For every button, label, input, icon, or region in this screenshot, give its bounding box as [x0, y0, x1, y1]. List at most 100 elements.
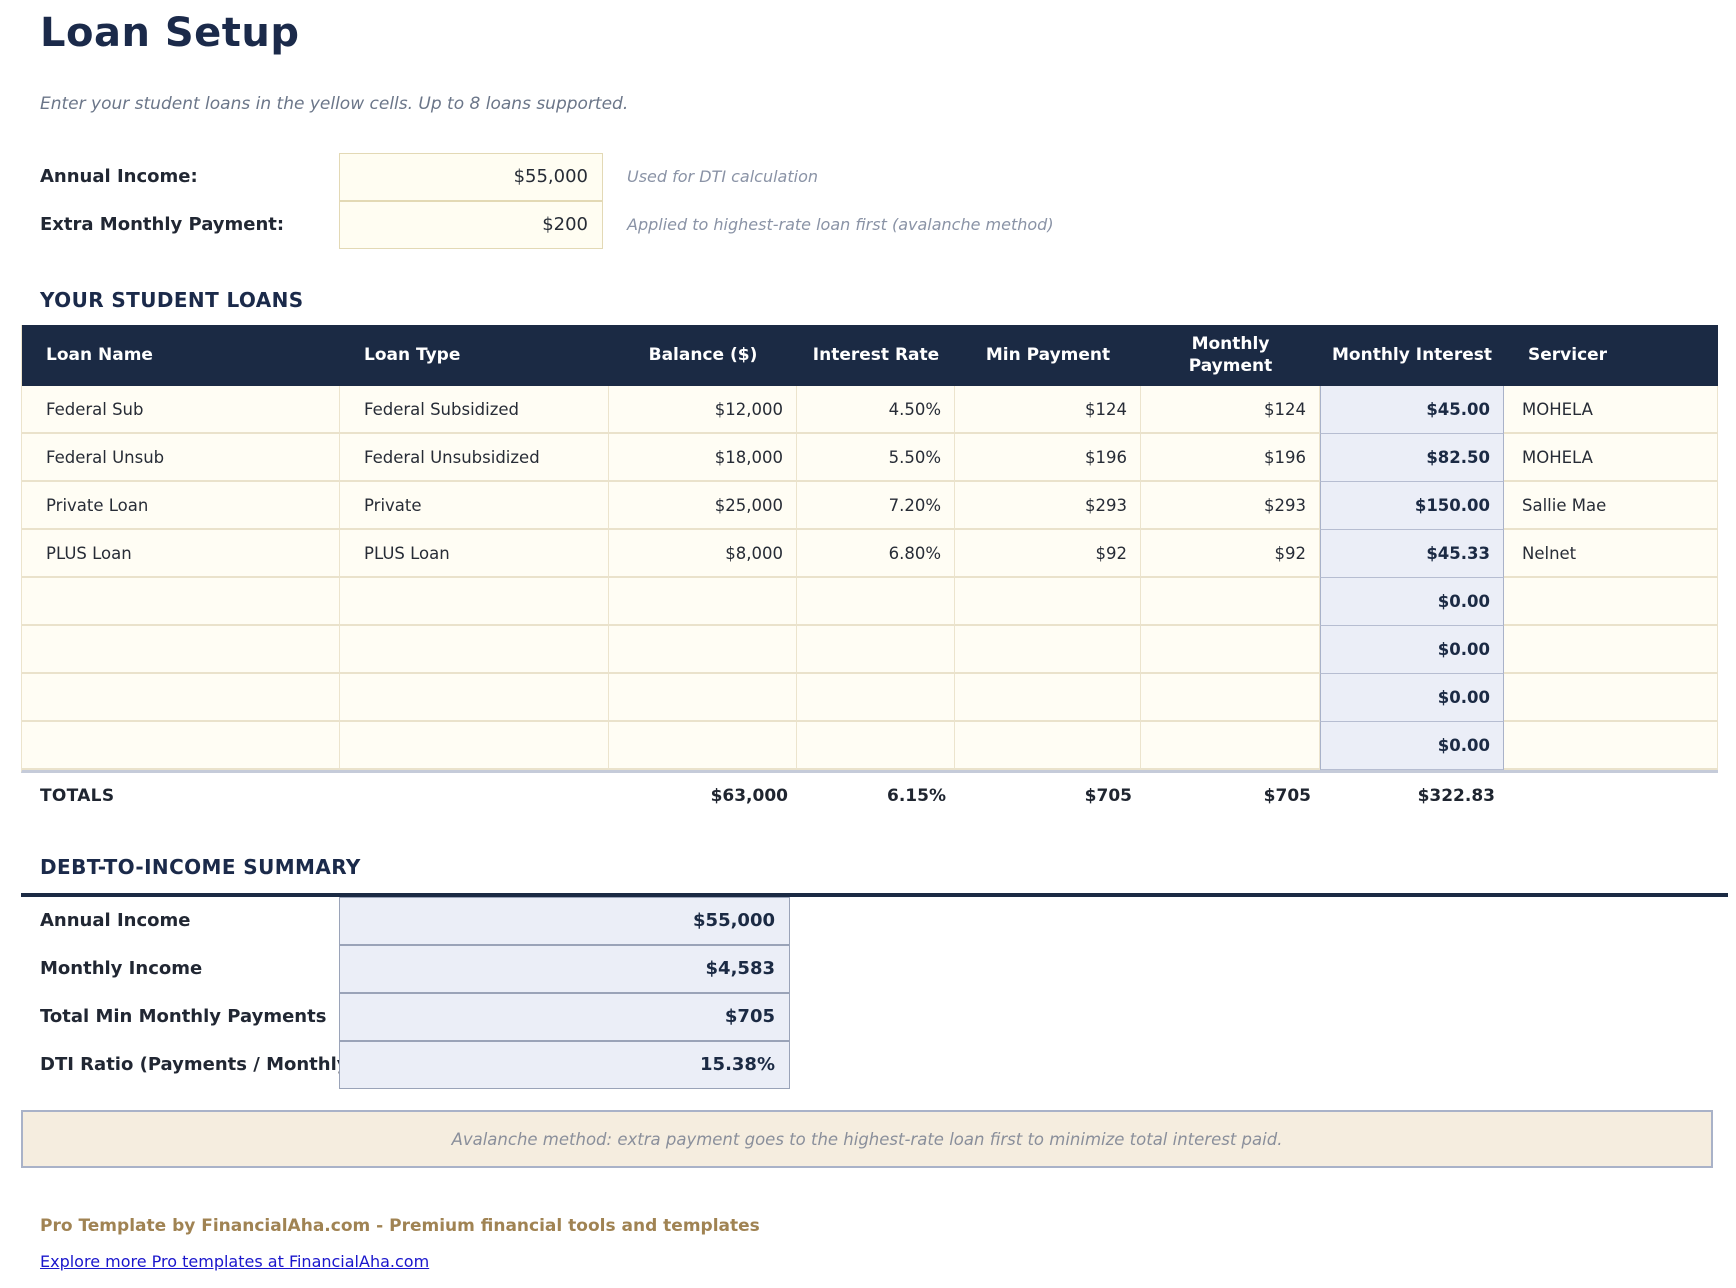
dti-row: Annual Income $55,000	[21, 897, 1728, 945]
dti-row: Monthly Income $4,583	[21, 945, 1728, 993]
loan-name-cell[interactable]: PLUS Loan	[22, 530, 340, 578]
loan-name-cell[interactable]: Federal Unsub	[22, 434, 340, 482]
monthly-interest-cell: $82.50	[1320, 434, 1504, 482]
extra-payment-row: Extra Monthly Payment: $200 Applied to h…	[0, 201, 1736, 249]
avalanche-note-box: Avalanche method: extra payment goes to …	[21, 1110, 1713, 1168]
totals-monthly-payment: $705	[1140, 772, 1319, 820]
servicer-cell[interactable]	[1504, 722, 1718, 770]
min-payment-cell[interactable]	[955, 722, 1141, 770]
loan-type-cell[interactable]: Federal Unsubsidized	[340, 434, 609, 482]
footer-explore-link[interactable]: Explore more Pro templates at FinancialA…	[40, 1252, 429, 1271]
totals-balance: $63,000	[608, 772, 796, 820]
dti-annual-income-label: Annual Income	[40, 897, 190, 945]
balance-cell[interactable]: $12,000	[609, 386, 797, 434]
interest-rate-cell[interactable]	[797, 626, 955, 674]
interest-rate-cell[interactable]: 5.50%	[797, 434, 955, 482]
min-payment-cell[interactable]: $92	[955, 530, 1141, 578]
dti-annual-income-value: $55,000	[339, 897, 790, 945]
monthly-interest-cell: $45.00	[1320, 386, 1504, 434]
page-title: Loan Setup	[40, 10, 300, 56]
interest-rate-cell[interactable]	[797, 578, 955, 626]
col-header-interest-rate: Interest Rate	[797, 325, 955, 386]
col-header-monthly-interest: Monthly Interest	[1320, 325, 1504, 386]
servicer-cell[interactable]: Nelnet	[1504, 530, 1718, 578]
loan-name-cell[interactable]	[22, 674, 340, 722]
monthly-payment-cell	[1141, 722, 1320, 770]
min-payment-cell[interactable]	[955, 626, 1141, 674]
loans-section-heading: YOUR STUDENT LOANS	[40, 288, 304, 312]
avalanche-note-text: Avalanche method: extra payment goes to …	[452, 1130, 1283, 1149]
dti-total-min-payments-value: $705	[339, 993, 790, 1041]
loan-type-cell[interactable]	[340, 722, 609, 770]
loan-name-cell[interactable]: Private Loan	[22, 482, 340, 530]
min-payment-cell[interactable]: $196	[955, 434, 1141, 482]
interest-rate-cell[interactable]	[797, 674, 955, 722]
balance-cell[interactable]	[609, 578, 797, 626]
loan-name-cell[interactable]	[22, 578, 340, 626]
monthly-payment-cell: $293	[1141, 482, 1320, 530]
col-header-loan-name: Loan Name	[22, 325, 340, 386]
servicer-cell[interactable]: MOHELA	[1504, 434, 1718, 482]
servicer-cell[interactable]	[1504, 674, 1718, 722]
balance-cell[interactable]: $25,000	[609, 482, 797, 530]
page-subtitle: Enter your student loans in the yellow c…	[40, 94, 628, 114]
extra-payment-note: Applied to highest-rate loan first (aval…	[627, 201, 1054, 249]
loan-setup-page: Loan Setup Enter your student loans in t…	[0, 0, 1736, 1288]
monthly-payment-cell: $92	[1141, 530, 1320, 578]
monthly-interest-cell: $150.00	[1320, 482, 1504, 530]
col-header-monthly-payment: Monthly Payment	[1141, 325, 1320, 386]
monthly-interest-cell: $0.00	[1320, 674, 1504, 722]
min-payment-cell[interactable]	[955, 578, 1141, 626]
dti-section-heading: DEBT-TO-INCOME SUMMARY	[40, 855, 361, 879]
dti-row: DTI Ratio (Payments / Monthly Income) 15…	[21, 1041, 1728, 1089]
loan-type-cell[interactable]: Federal Subsidized	[340, 386, 609, 434]
servicer-cell[interactable]	[1504, 578, 1718, 626]
balance-cell[interactable]	[609, 722, 797, 770]
servicer-cell[interactable]: MOHELA	[1504, 386, 1718, 434]
annual-income-input[interactable]: $55,000	[339, 153, 603, 201]
loan-name-cell[interactable]: Federal Sub	[22, 386, 340, 434]
loan-type-cell[interactable]: PLUS Loan	[340, 530, 609, 578]
monthly-interest-cell: $45.33	[1320, 530, 1504, 578]
balance-cell[interactable]: $18,000	[609, 434, 797, 482]
extra-payment-input[interactable]: $200	[339, 201, 603, 249]
monthly-interest-cell: $0.00	[1320, 722, 1504, 770]
interest-rate-cell[interactable]: 7.20%	[797, 482, 955, 530]
col-header-min-payment: Min Payment	[955, 325, 1141, 386]
interest-rate-cell[interactable]: 6.80%	[797, 530, 955, 578]
loans-table: Loan Name Loan Type Balance ($) Interest…	[21, 325, 1718, 773]
totals-row: TOTALS $63,000 6.15% $705 $705 $322.83	[21, 772, 1717, 820]
servicer-cell[interactable]	[1504, 626, 1718, 674]
balance-cell[interactable]	[609, 674, 797, 722]
totals-interest-rate: 6.15%	[796, 772, 954, 820]
monthly-payment-cell: $124	[1141, 386, 1320, 434]
loan-type-cell[interactable]	[340, 578, 609, 626]
extra-payment-label: Extra Monthly Payment:	[40, 201, 284, 249]
interest-rate-cell[interactable]: 4.50%	[797, 386, 955, 434]
balance-cell[interactable]: $8,000	[609, 530, 797, 578]
col-header-servicer: Servicer	[1504, 325, 1718, 386]
min-payment-cell[interactable]: $124	[955, 386, 1141, 434]
loan-name-cell[interactable]	[22, 626, 340, 674]
monthly-interest-cell: $0.00	[1320, 626, 1504, 674]
dti-total-min-payments-label: Total Min Monthly Payments	[40, 993, 326, 1041]
monthly-payment-cell	[1141, 674, 1320, 722]
min-payment-cell[interactable]	[955, 674, 1141, 722]
dti-monthly-income-value: $4,583	[339, 945, 790, 993]
balance-cell[interactable]	[609, 626, 797, 674]
annual-income-note: Used for DTI calculation	[627, 153, 818, 201]
servicer-cell[interactable]: Sallie Mae	[1504, 482, 1718, 530]
loan-name-cell[interactable]	[22, 722, 340, 770]
annual-income-row: Annual Income: $55,000 Used for DTI calc…	[0, 153, 1736, 201]
totals-monthly-interest: $322.83	[1319, 772, 1503, 820]
totals-label: TOTALS	[21, 772, 339, 820]
dti-row: Total Min Monthly Payments $705	[21, 993, 1728, 1041]
min-payment-cell[interactable]: $293	[955, 482, 1141, 530]
dti-summary-table: Annual Income $55,000 Monthly Income $4,…	[21, 893, 1728, 1089]
loan-type-cell[interactable]	[340, 674, 609, 722]
interest-rate-cell[interactable]	[797, 722, 955, 770]
monthly-payment-cell	[1141, 626, 1320, 674]
loan-type-cell[interactable]: Private	[340, 482, 609, 530]
loan-type-cell[interactable]	[340, 626, 609, 674]
monthly-payment-cell: $196	[1141, 434, 1320, 482]
